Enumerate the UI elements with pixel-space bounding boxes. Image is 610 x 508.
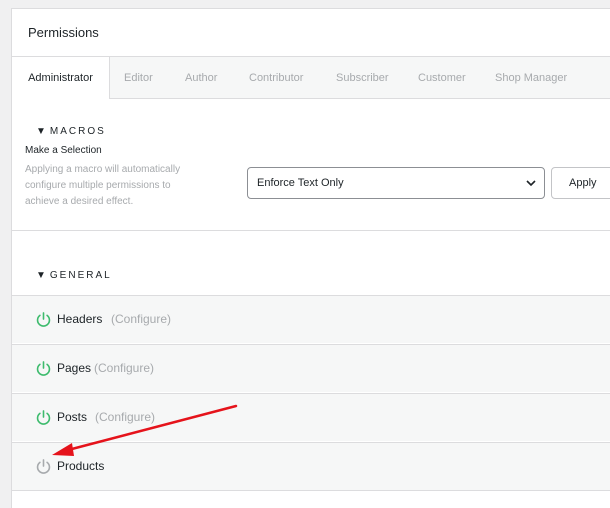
chevron-down-icon xyxy=(526,180,536,187)
macro-select[interactable]: Enforce Text Only xyxy=(247,167,545,199)
power-icon[interactable] xyxy=(35,458,52,475)
permission-row-headers: Headers (Configure) xyxy=(12,295,610,343)
caret-down-icon: ▼ xyxy=(36,270,46,281)
caret-down-icon: ▼ xyxy=(36,126,46,137)
permission-row-posts: Posts (Configure) xyxy=(12,393,610,441)
power-icon[interactable] xyxy=(35,409,52,426)
row-divider xyxy=(12,490,610,491)
tab-author[interactable]: Author xyxy=(185,57,217,99)
configure-link[interactable]: (Configure) xyxy=(95,410,155,424)
section-divider xyxy=(12,230,610,231)
macros-heading[interactable]: ▼ MACROS xyxy=(36,126,106,137)
macros-heading-label: MACROS xyxy=(49,126,106,137)
permission-row-pages: Pages (Configure) xyxy=(12,344,610,392)
general-heading[interactable]: ▼ GENERAL xyxy=(36,270,112,281)
configure-link[interactable]: (Configure) xyxy=(111,312,171,326)
tab-customer[interactable]: Customer xyxy=(418,57,466,99)
macro-description: Applying a macro will automatically conf… xyxy=(25,164,181,207)
power-icon[interactable] xyxy=(35,360,52,377)
permission-name: Products xyxy=(57,459,105,473)
tab-contributor[interactable]: Contributor xyxy=(249,57,303,99)
apply-button[interactable]: Apply xyxy=(551,167,610,199)
role-tabs: Administrator Editor Author Contributor … xyxy=(12,57,610,99)
tab-shop-manager[interactable]: Shop Manager xyxy=(495,57,567,99)
panel-title: Permissions xyxy=(12,9,610,57)
tab-administrator[interactable]: Administrator xyxy=(12,57,110,99)
power-icon[interactable] xyxy=(35,311,52,328)
macro-select-value: Enforce Text Only xyxy=(257,177,344,189)
macro-selection-label: Make a Selection xyxy=(25,145,102,156)
permission-name: Headers xyxy=(57,312,103,326)
tab-editor[interactable]: Editor xyxy=(124,57,153,99)
permission-row-products: Products xyxy=(12,442,610,490)
configure-link[interactable]: (Configure) xyxy=(94,361,154,375)
permission-name: Pages xyxy=(57,361,92,375)
tab-subscriber[interactable]: Subscriber xyxy=(336,57,389,99)
permission-name: Posts xyxy=(57,410,88,424)
general-heading-label: GENERAL xyxy=(49,270,112,281)
